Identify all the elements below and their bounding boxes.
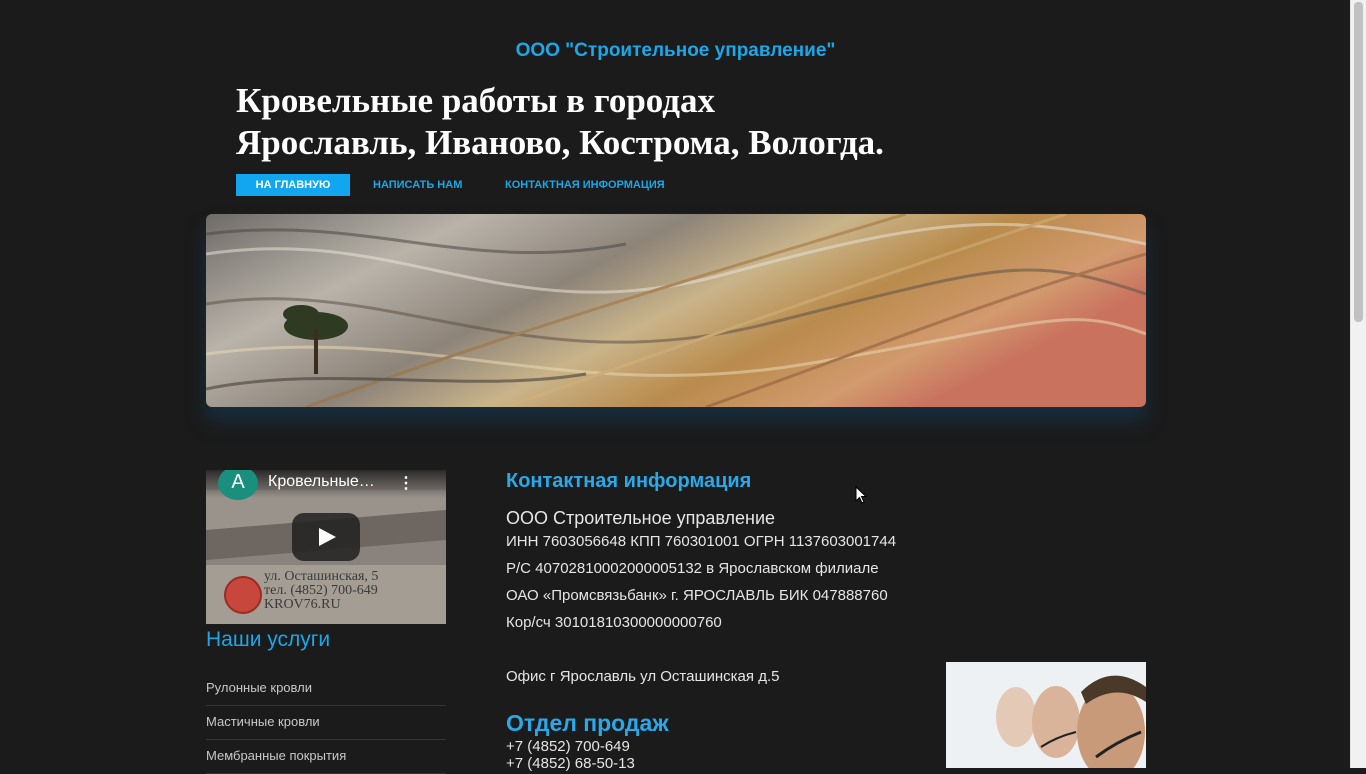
nav-write-us[interactable]: НАПИСАТЬ НАМ [373, 174, 462, 196]
org-name: ООО Строительное управление [506, 508, 776, 528]
page-scrollbar[interactable] [1350, 0, 1366, 768]
stamp-icon [224, 576, 262, 614]
headline-line-1: Кровельные работы в городах [236, 81, 715, 120]
office-address: Офис г Ярославль ул Осташинская д.5 [506, 668, 780, 685]
mouse-cursor-icon [855, 486, 867, 504]
video-caption-line: ул. Осташинская, 5 [264, 569, 379, 584]
video-caption-line: KROV76.RU [264, 597, 341, 612]
play-icon[interactable] [292, 513, 360, 561]
phone-number[interactable]: +7 (4852) 700-649 [506, 738, 630, 755]
requisite-line: ОАО «Промсвязьбанк» г. ЯРОСЛАВЛЬ БИК 047… [506, 587, 888, 604]
video-caption-line: тел. (4852) 700-649 [264, 583, 378, 598]
requisite-line: Р/С 40702810002000005132 в Ярославском ф… [506, 560, 879, 577]
service-link-membrane[interactable]: Мембранные покрытия [206, 739, 446, 774]
header-banner-image [206, 214, 1146, 407]
nav-home[interactable]: НА ГЛАВНУЮ [236, 174, 350, 196]
scrollbar-thumb[interactable] [1354, 2, 1363, 322]
phone-number[interactable]: +7 (4852) 68-50-13 [506, 755, 635, 772]
more-vert-icon[interactable]: ⋮ [398, 473, 414, 493]
contact-heading: Контактная информация [506, 470, 752, 492]
service-link-roll[interactable]: Рулонные кровли [206, 671, 446, 706]
requisite-line: ИНН 7603056648 КПП 760301001 ОГРН 113760… [506, 533, 897, 550]
service-link-mastic[interactable]: Мастичные кровли [206, 705, 446, 740]
requisite-line: Кор/сч 30101810300000000760 [506, 614, 722, 631]
company-name: ООО "Строительное управление" [515, 40, 836, 61]
services-heading: Наши услуги [206, 628, 331, 651]
nav-contacts[interactable]: КОНТАКТНАЯ ИНФОРМАЦИЯ [505, 174, 665, 196]
video-title[interactable]: Кровельные… [268, 473, 375, 491]
call-center-image [946, 662, 1146, 768]
headline-line-2: Ярославль, Иваново, Кострома, Вологда. [236, 123, 884, 162]
youtube-video-embed[interactable]: A Кровельные… ⋮ ул. Осташинская, 5 тел. … [206, 470, 446, 624]
sales-heading: Отдел продаж [506, 710, 669, 736]
video-caption: ул. Осташинская, 5 тел. (4852) 700-649 K… [264, 570, 378, 612]
page-headline: Кровельные работы в городах Ярославль, И… [236, 80, 996, 164]
